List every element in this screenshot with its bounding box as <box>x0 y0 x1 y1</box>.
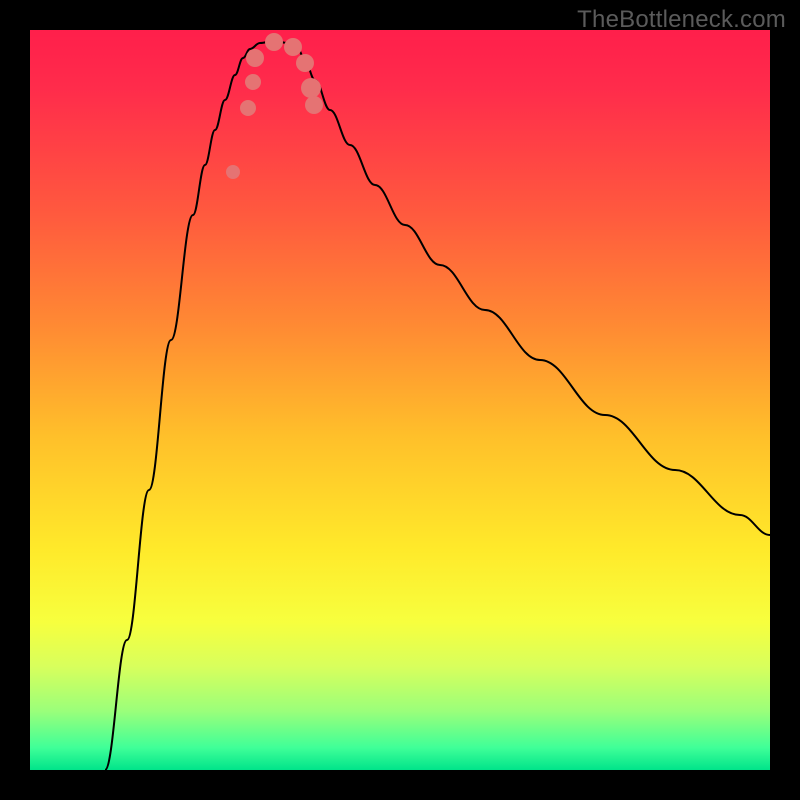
curve-marker-dot <box>226 165 240 179</box>
curve-right-branch <box>304 58 770 535</box>
curve-marker-dot <box>245 74 261 90</box>
curve-marker-dot <box>305 96 323 114</box>
curve-marker-dot <box>240 100 256 116</box>
curve-marker-dot <box>296 54 314 72</box>
curve-marker-dot <box>265 33 283 51</box>
bottleneck-curve-chart <box>30 30 770 770</box>
curve-marker-dot <box>246 49 264 67</box>
curve-markers <box>226 33 323 179</box>
curve-left-branch <box>105 58 243 770</box>
curve-marker-dot <box>301 78 321 98</box>
curve-marker-dot <box>284 38 302 56</box>
